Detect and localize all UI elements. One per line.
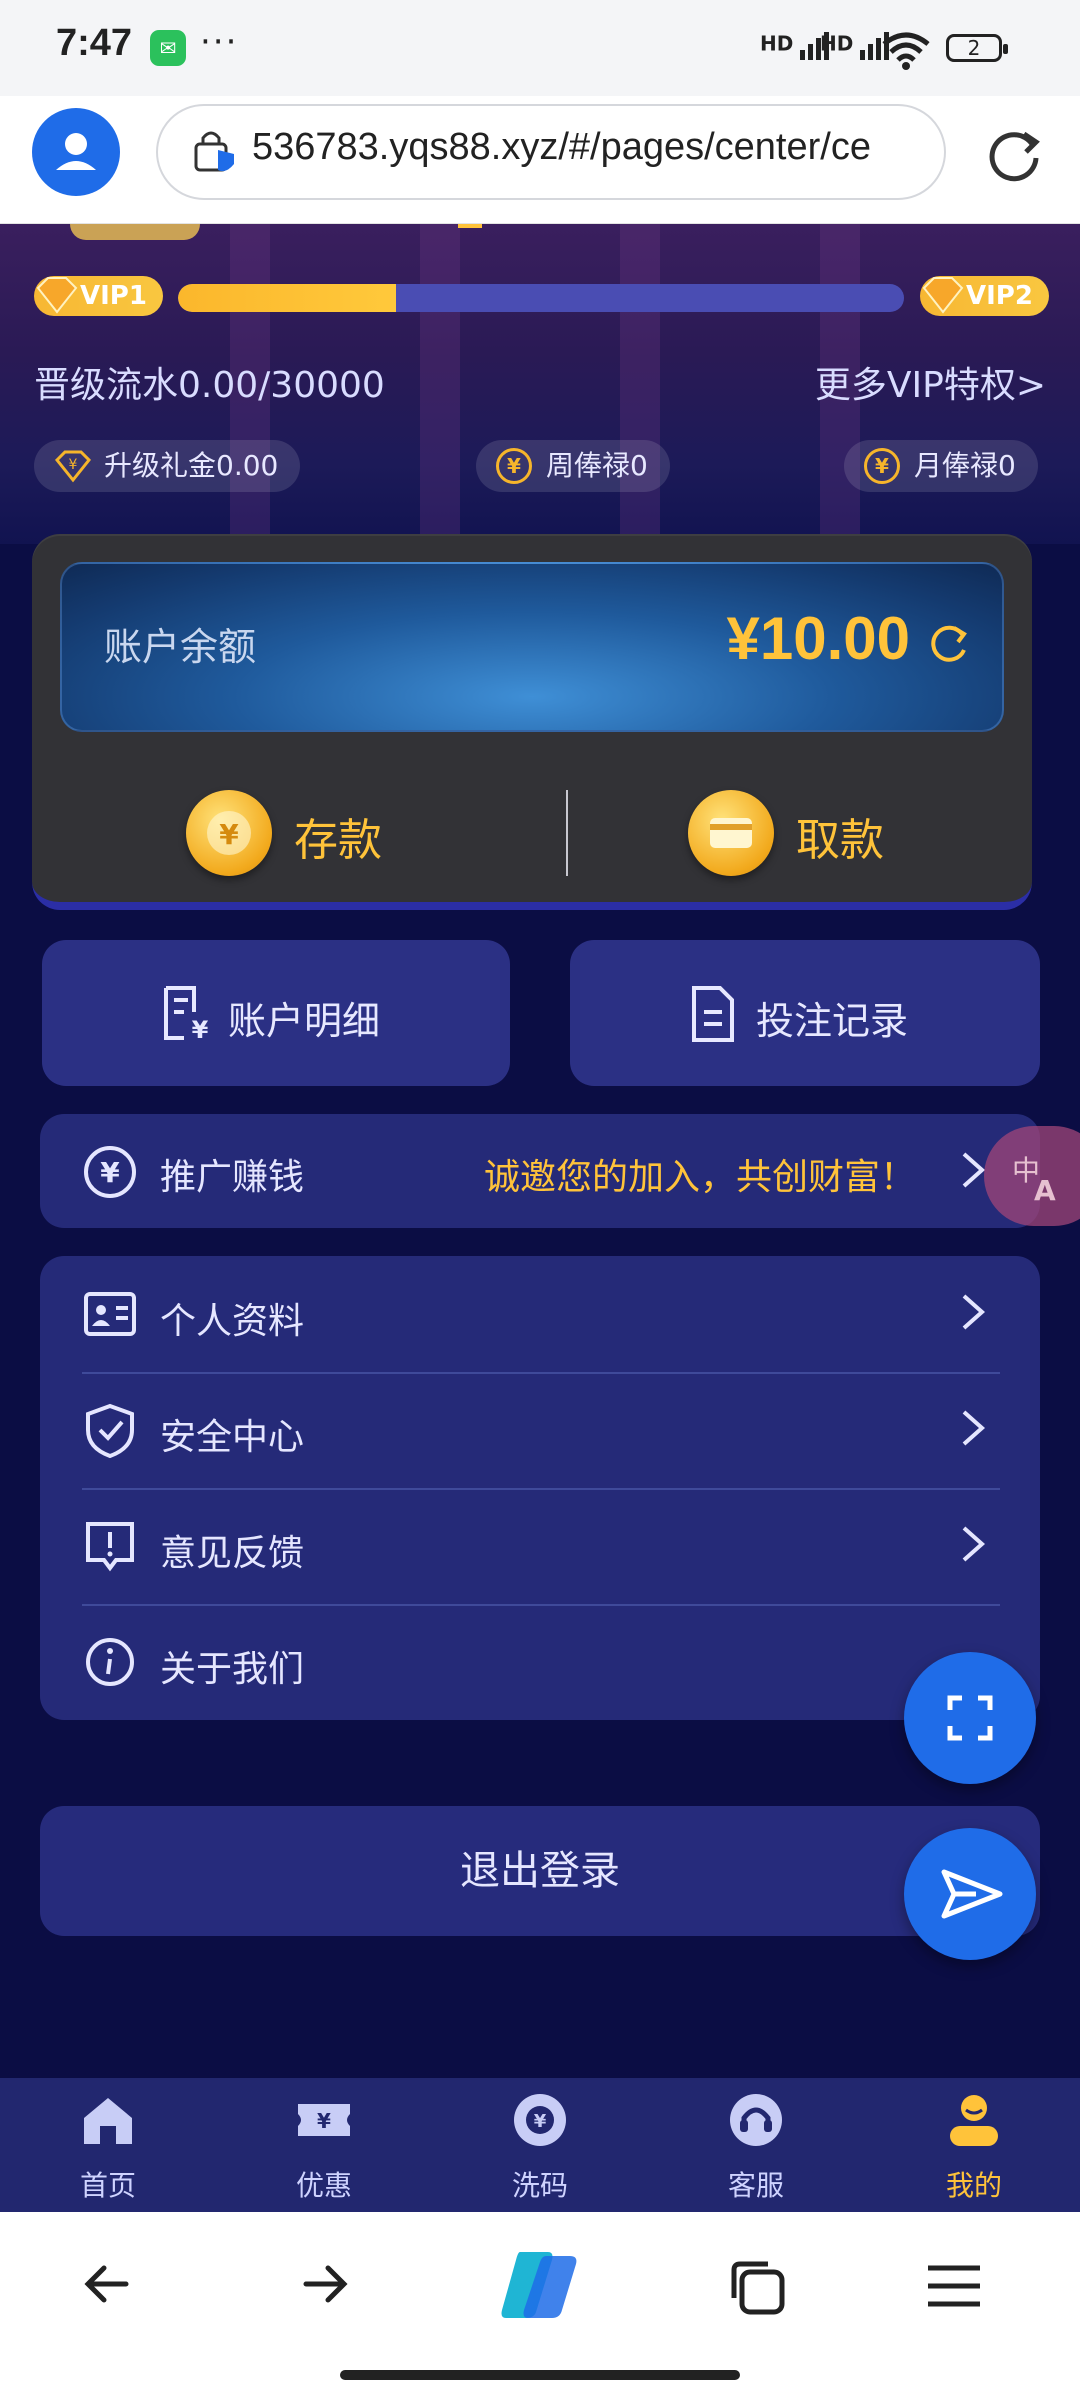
yuan-circle-icon: ¥ (84, 1146, 136, 1198)
feedback-alert-icon (86, 1522, 134, 1572)
tab-promotions[interactable]: ¥ 优惠 (254, 2090, 394, 2204)
diamond-icon (36, 277, 78, 314)
tabs-switcher-icon[interactable] (728, 2258, 788, 2318)
about-row[interactable]: 关于我们 (40, 1606, 1040, 1720)
deposit-icon: ¥ (186, 790, 272, 876)
forward-arrow-icon[interactable] (296, 2256, 352, 2312)
wechat-icon: ✉ (150, 30, 186, 66)
headset-icon (730, 2094, 782, 2146)
user-icon (950, 2095, 998, 2146)
back-arrow-icon[interactable] (80, 2256, 136, 2312)
translate-icon: 中 A (1012, 1154, 1056, 1204)
security-row[interactable]: 安全中心 (40, 1374, 1040, 1488)
svg-text:¥: ¥ (317, 2109, 331, 2133)
monthly-salary-chip: ¥ 月俸禄0 (844, 440, 1038, 492)
screenshot-fab[interactable] (904, 1652, 1036, 1784)
upgrade-bonus-chip: ¥ 升级礼金0.00 (34, 440, 301, 492)
feedback-row[interactable]: 意见反馈 (40, 1490, 1040, 1604)
balance-amount: ¥10.00 (726, 605, 910, 672)
refresh-balance-icon[interactable] (926, 620, 972, 666)
deposit-button[interactable]: ¥ 存款 (186, 786, 506, 880)
promo-row[interactable]: ¥ 推广赚钱 诚邀您的加入，共创财富！ (40, 1114, 1040, 1228)
settings-list: 个人资料 安全中心 意见反馈 关于我们 (40, 1256, 1040, 1720)
chevron-right-icon (962, 1294, 986, 1330)
yuan-coin-icon: ¥ (864, 448, 900, 484)
upgrade-flow-text: 晋级流水0.00/30000 (34, 365, 385, 406)
tab-home[interactable]: 首页 (38, 2090, 178, 2204)
profile-button[interactable] (32, 108, 120, 196)
reload-icon[interactable] (982, 122, 1046, 186)
url-text[interactable]: 536783.yqs88.xyz/#/pages/center/ce (252, 126, 927, 178)
balance-label: 账户余额 (104, 625, 257, 669)
diamond-icon: ¥ (54, 450, 92, 483)
vip-progress-fill (178, 284, 396, 312)
document-icon (692, 986, 734, 1042)
status-bar: 7:47 ✉ ··· HD HD 2 (0, 0, 1080, 96)
weekly-salary-chip: ¥ 周俸禄0 (476, 440, 670, 492)
profile-row[interactable]: 个人资料 (40, 1256, 1040, 1372)
vip-next-badge: VIP2 (920, 276, 1049, 316)
copilot-icon[interactable] (496, 2246, 584, 2324)
account-details-button[interactable]: ¥ 账户明细 (42, 940, 510, 1086)
send-fab[interactable] (904, 1828, 1036, 1960)
chevron-right-icon (962, 1410, 986, 1446)
send-icon (941, 1869, 1003, 1919)
yuan-coin-icon: ¥ (496, 448, 532, 484)
username-underline (458, 224, 482, 228)
ledger-icon: ¥ (164, 986, 209, 1044)
tab-mine[interactable]: 我的 (904, 2090, 1044, 2204)
scan-frame-icon (947, 1695, 993, 1741)
shield-check-icon (86, 1403, 134, 1458)
svg-text:¥: ¥ (192, 1016, 209, 1044)
tab-rebate[interactable]: ¥ 洗码 (470, 2090, 610, 2204)
home-indicator[interactable] (340, 2370, 740, 2380)
user-icon (56, 133, 96, 170)
action-divider (566, 790, 568, 876)
translate-button[interactable]: 中 A (984, 1126, 1080, 1226)
home-icon (84, 2098, 132, 2144)
withdraw-card-icon (688, 790, 774, 876)
svg-text:¥: ¥ (100, 1156, 120, 1189)
more-vip-link[interactable]: 更多VIP特权> (815, 356, 1046, 408)
vip-current-badge: VIP1 (34, 276, 163, 316)
wifi-icon (882, 32, 930, 70)
battery-icon: 2 (946, 34, 1008, 62)
diamond-icon (922, 277, 964, 314)
chevron-right-icon (962, 1526, 986, 1562)
logout-button[interactable]: 退出登录 (40, 1806, 1040, 1936)
bet-records-button[interactable]: 投注记录 (570, 940, 1040, 1086)
chip-icon: ¥ (514, 2094, 566, 2146)
avatar-frame (70, 224, 200, 240)
svg-text:A: A (1034, 1174, 1056, 1204)
info-icon (86, 1638, 134, 1686)
id-card-icon (84, 1292, 136, 1336)
svg-text:¥: ¥ (534, 2111, 547, 2132)
tab-support[interactable]: 客服 (686, 2090, 826, 2204)
svg-text:¥: ¥ (219, 818, 239, 851)
site-security-icon[interactable] (190, 126, 240, 176)
svg-text:¥: ¥ (69, 457, 78, 473)
vip-progress-bar (178, 284, 904, 312)
more-notifications-icon: ··· (200, 22, 239, 62)
withdraw-button[interactable]: 取款 (688, 786, 1008, 880)
menu-icon[interactable] (924, 2260, 984, 2312)
status-time: 7:47 (56, 22, 133, 64)
coupon-icon: ¥ (298, 2104, 350, 2136)
